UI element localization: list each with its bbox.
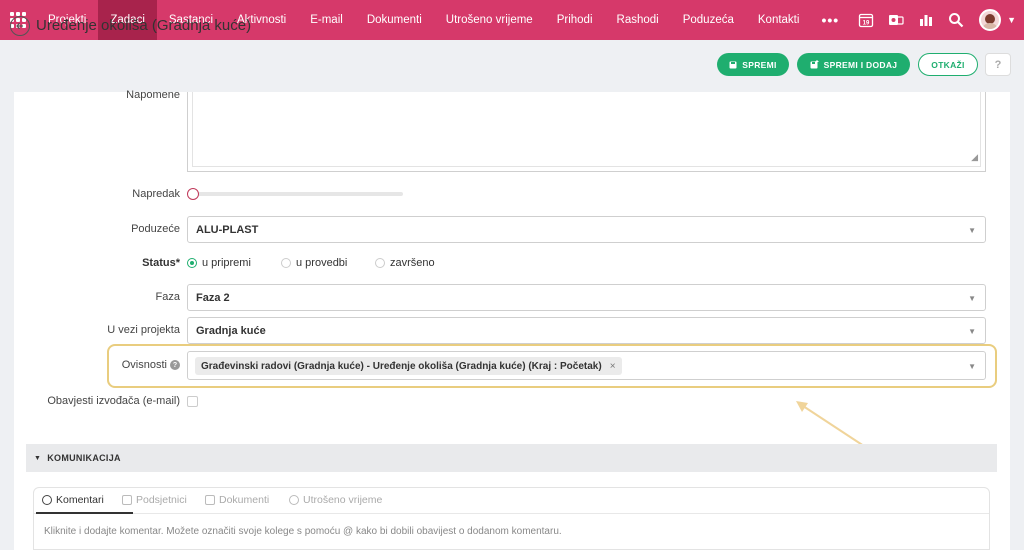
tab-label: Dokumenti [219, 494, 270, 506]
tab-dokumenti[interactable]: Dokumenti [205, 494, 269, 506]
clock-icon [289, 495, 299, 505]
tab-label: Podsjetnici [136, 494, 187, 506]
tab-label: Komentari [56, 494, 104, 506]
company-value: ALU-PLAST [196, 223, 259, 236]
dropdown-arrow-icon: ▼ [968, 327, 976, 336]
nav-item-email[interactable]: E-mail [298, 0, 355, 40]
status-option-label: završeno [390, 257, 435, 269]
communication-section-title: KOMUNIKACIJA [47, 453, 121, 463]
svg-text:19: 19 [863, 21, 870, 27]
progress-slider-track[interactable] [195, 192, 403, 196]
close-icon[interactable]: × [610, 361, 616, 372]
company-label: Poduzeće [131, 223, 180, 235]
radio-icon[interactable] [375, 258, 385, 268]
chevron-down-icon[interactable]: ▼ [1007, 15, 1016, 25]
page-title: Uređenje okoliša (Gradnja kuće) [36, 17, 252, 34]
progress-label: Napredak [132, 188, 180, 200]
project-label: U vezi projekta [107, 324, 180, 336]
back-arrow-icon[interactable] [10, 16, 30, 36]
radio-selected-icon[interactable] [187, 258, 197, 268]
nav-item-poduzeca[interactable]: Poduzeća [671, 0, 746, 40]
status-label: Status* [142, 257, 180, 269]
active-tab-indicator [36, 512, 133, 514]
dropdown-arrow-icon: ▼ [968, 294, 976, 303]
phase-label: Faza [155, 291, 180, 303]
notes-textarea[interactable]: ◢ [187, 92, 986, 172]
communication-tabs: Komentari Podsjetnici Dokumenti Utrošeno… [34, 488, 989, 514]
dependency-tag: Građevinski radovi (Gradnja kuće) - Uređ… [195, 357, 622, 375]
cancel-button[interactable]: OTKAŽI [918, 53, 978, 76]
nav-item-utroseno-vrijeme[interactable]: Utrošeno vrijeme [434, 0, 545, 40]
calendar-icon[interactable]: 19 [851, 0, 881, 40]
project-value: Gradnja kuće [196, 324, 266, 337]
nav-item-kontakti[interactable]: Kontakti [746, 0, 812, 40]
progress-slider-handle[interactable] [187, 188, 199, 200]
status-option-zavrseno[interactable]: završeno [375, 257, 435, 269]
notify-label: Obavjesti izvođača (e-mail) [47, 395, 180, 407]
phase-select[interactable]: Faza 2 ▼ [187, 284, 986, 311]
dropdown-arrow-icon: ▼ [968, 226, 976, 235]
help-question-icon[interactable]: ? [170, 360, 180, 371]
dependencies-label: Ovisnosti? [100, 359, 180, 371]
dependency-tag-text: Građevinski radovi (Gradnja kuće) - Uređ… [201, 360, 602, 372]
notify-checkbox[interactable] [187, 396, 198, 407]
tab-label: Utrošeno vrijeme [303, 494, 383, 506]
nav-item-dokumenti[interactable]: Dokumenti [355, 0, 434, 40]
radio-icon[interactable] [281, 258, 291, 268]
tab-komentari[interactable]: Komentari [42, 494, 104, 506]
calendar-icon [122, 495, 132, 505]
user-avatar[interactable] [979, 9, 1002, 31]
project-select[interactable]: Gradnja kuće ▼ [187, 317, 986, 344]
communication-section-header[interactable]: ▼ KOMUNIKACIJA [26, 444, 997, 472]
reports-chart-icon[interactable] [911, 0, 941, 40]
status-option-label: u pripremi [202, 257, 251, 269]
comment-input[interactable]: Kliknite i dodajte komentar. Možete ozna… [44, 526, 562, 537]
floppy-disk-plus-icon [810, 60, 819, 69]
save-button[interactable]: SPREMI [717, 53, 789, 76]
more-menu-icon[interactable]: ••• [811, 0, 849, 40]
save-and-add-button-label: SPREMI I DODAJ [823, 59, 898, 70]
status-option-label: u provedbi [296, 257, 348, 269]
nav-item-prihodi[interactable]: Prihodi [545, 0, 605, 40]
communication-card: Komentari Podsjetnici Dokumenti Utrošeno… [33, 487, 990, 550]
tab-podsjetnici[interactable]: Podsjetnici [122, 494, 187, 506]
dropdown-arrow-icon: ▼ [968, 362, 976, 371]
save-button-label: SPREMI [742, 59, 777, 70]
help-question-icon[interactable]: ? [985, 53, 1011, 76]
folder-icon [205, 495, 215, 505]
company-select[interactable]: ALU-PLAST ▼ [187, 216, 986, 243]
floppy-disk-icon [729, 61, 737, 68]
status-option-u-provedbi[interactable]: u provedbi [281, 257, 347, 269]
save-and-add-button[interactable]: SPREMI I DODAJ [797, 53, 910, 76]
search-icon[interactable] [941, 0, 971, 40]
outlook-calendar-icon[interactable] [881, 0, 911, 40]
comment-bubble-icon [42, 495, 52, 505]
triangle-down-icon: ▼ [34, 454, 42, 462]
status-option-u-pripremi[interactable]: u pripremi [187, 257, 251, 269]
dependencies-label-text: Ovisnosti [121, 359, 167, 371]
nav-item-rashodi[interactable]: Rashodi [605, 0, 671, 40]
tab-utroseno-vrijeme[interactable]: Utrošeno vrijeme [289, 494, 382, 506]
resize-handle-icon[interactable]: ◢ [971, 152, 978, 163]
phase-value: Faza 2 [196, 291, 230, 304]
notes-label: Napomene [126, 89, 180, 101]
